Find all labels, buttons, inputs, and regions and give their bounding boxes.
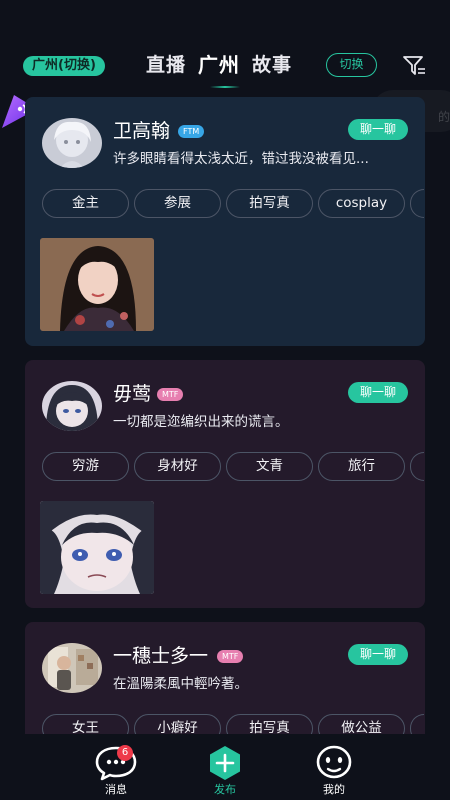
tag[interactable]: 拍写真	[226, 189, 313, 218]
post-photo[interactable]	[40, 501, 154, 594]
chat-button[interactable]: 聊一聊	[348, 119, 408, 140]
avatar-photo-icon	[42, 643, 102, 693]
side-hint-text: 的	[438, 110, 450, 124]
avatar[interactable]	[42, 381, 102, 431]
location-switch-pill[interactable]: 广州(切换)	[23, 56, 105, 76]
nav-label: 我的	[323, 783, 345, 796]
user-name: 毋莺	[113, 383, 152, 405]
nav-publish[interactable]: 发布	[195, 742, 255, 798]
anime-girl-photo-icon	[40, 501, 154, 594]
chat-button[interactable]: 聊一聊	[348, 382, 408, 403]
tag[interactable]: 参展	[134, 189, 221, 218]
active-tab-indicator	[210, 86, 240, 88]
switch-button[interactable]: 切换	[326, 53, 377, 77]
user-name: 一穗士多一	[113, 645, 209, 667]
tag[interactable]: 文青	[226, 452, 313, 481]
gender-badge: FTM	[178, 125, 205, 138]
avatar-illustration-icon	[42, 381, 102, 431]
tag-list: 金主 参展 拍写真 cosplay	[42, 189, 425, 218]
gender-badge: MTF	[217, 650, 244, 663]
user-card[interactable]: 毋莺 MTF 聊一聊 一切都是迩编织出来的谎言。 穷游 身材好 文青 旅行	[25, 360, 425, 608]
tag[interactable]: 金主	[42, 189, 129, 218]
nav-label: 消息	[105, 783, 127, 796]
app-screen: 广州(切换) 直播 广州 故事 切换 的 卫高翰 FTM 聊一聊 许多眼睛看得太…	[0, 0, 450, 800]
chat-button[interactable]: 聊一聊	[348, 644, 408, 665]
user-bio: 许多眼睛看得太浅太近，错过我没被看见...	[113, 151, 369, 167]
gender-badge: MTF	[157, 388, 184, 401]
tag-overflow[interactable]	[410, 452, 424, 481]
top-header: 广州(切换) 直播 广州 故事 切换	[0, 0, 450, 92]
nav-profile[interactable]: 我的	[304, 742, 364, 798]
user-bio: 一切都是迩编织出来的谎言。	[113, 414, 289, 430]
tag[interactable]: cosplay	[318, 189, 405, 218]
avatar-illustration-icon	[42, 118, 102, 168]
nav-label: 发布	[214, 783, 236, 796]
avatar[interactable]	[42, 118, 102, 168]
user-bio: 在溫陽柔風中輕吟著。	[113, 676, 248, 692]
unread-count-badge: 6	[117, 745, 133, 761]
tab-city[interactable]: 广州	[198, 52, 240, 78]
tab-story[interactable]: 故事	[252, 52, 292, 78]
publish-plus-icon	[210, 746, 240, 780]
nav-messages[interactable]: 消息	[86, 742, 146, 798]
tag[interactable]: 旅行	[318, 452, 405, 481]
tag[interactable]: 身材好	[134, 452, 221, 481]
portrait-photo-icon	[40, 238, 154, 331]
user-name: 卫高翰	[113, 120, 171, 142]
tag-list: 穷游 身材好 文青 旅行	[42, 452, 425, 481]
tag[interactable]: 穷游	[42, 452, 129, 481]
top-tabs: 直播 广州 故事	[146, 52, 292, 78]
tab-live[interactable]: 直播	[146, 52, 186, 78]
filter-icon[interactable]	[402, 55, 426, 77]
profile-face-icon	[316, 745, 352, 779]
tag-overflow[interactable]	[410, 189, 424, 218]
post-photo[interactable]	[40, 238, 154, 331]
bottom-navigation: 消息 发布 我的	[0, 734, 450, 800]
user-card[interactable]: 卫高翰 FTM 聊一聊 许多眼睛看得太浅太近，错过我没被看见... 金主 参展 …	[25, 97, 425, 346]
avatar[interactable]	[42, 643, 102, 693]
message-bubble-icon	[95, 746, 137, 781]
